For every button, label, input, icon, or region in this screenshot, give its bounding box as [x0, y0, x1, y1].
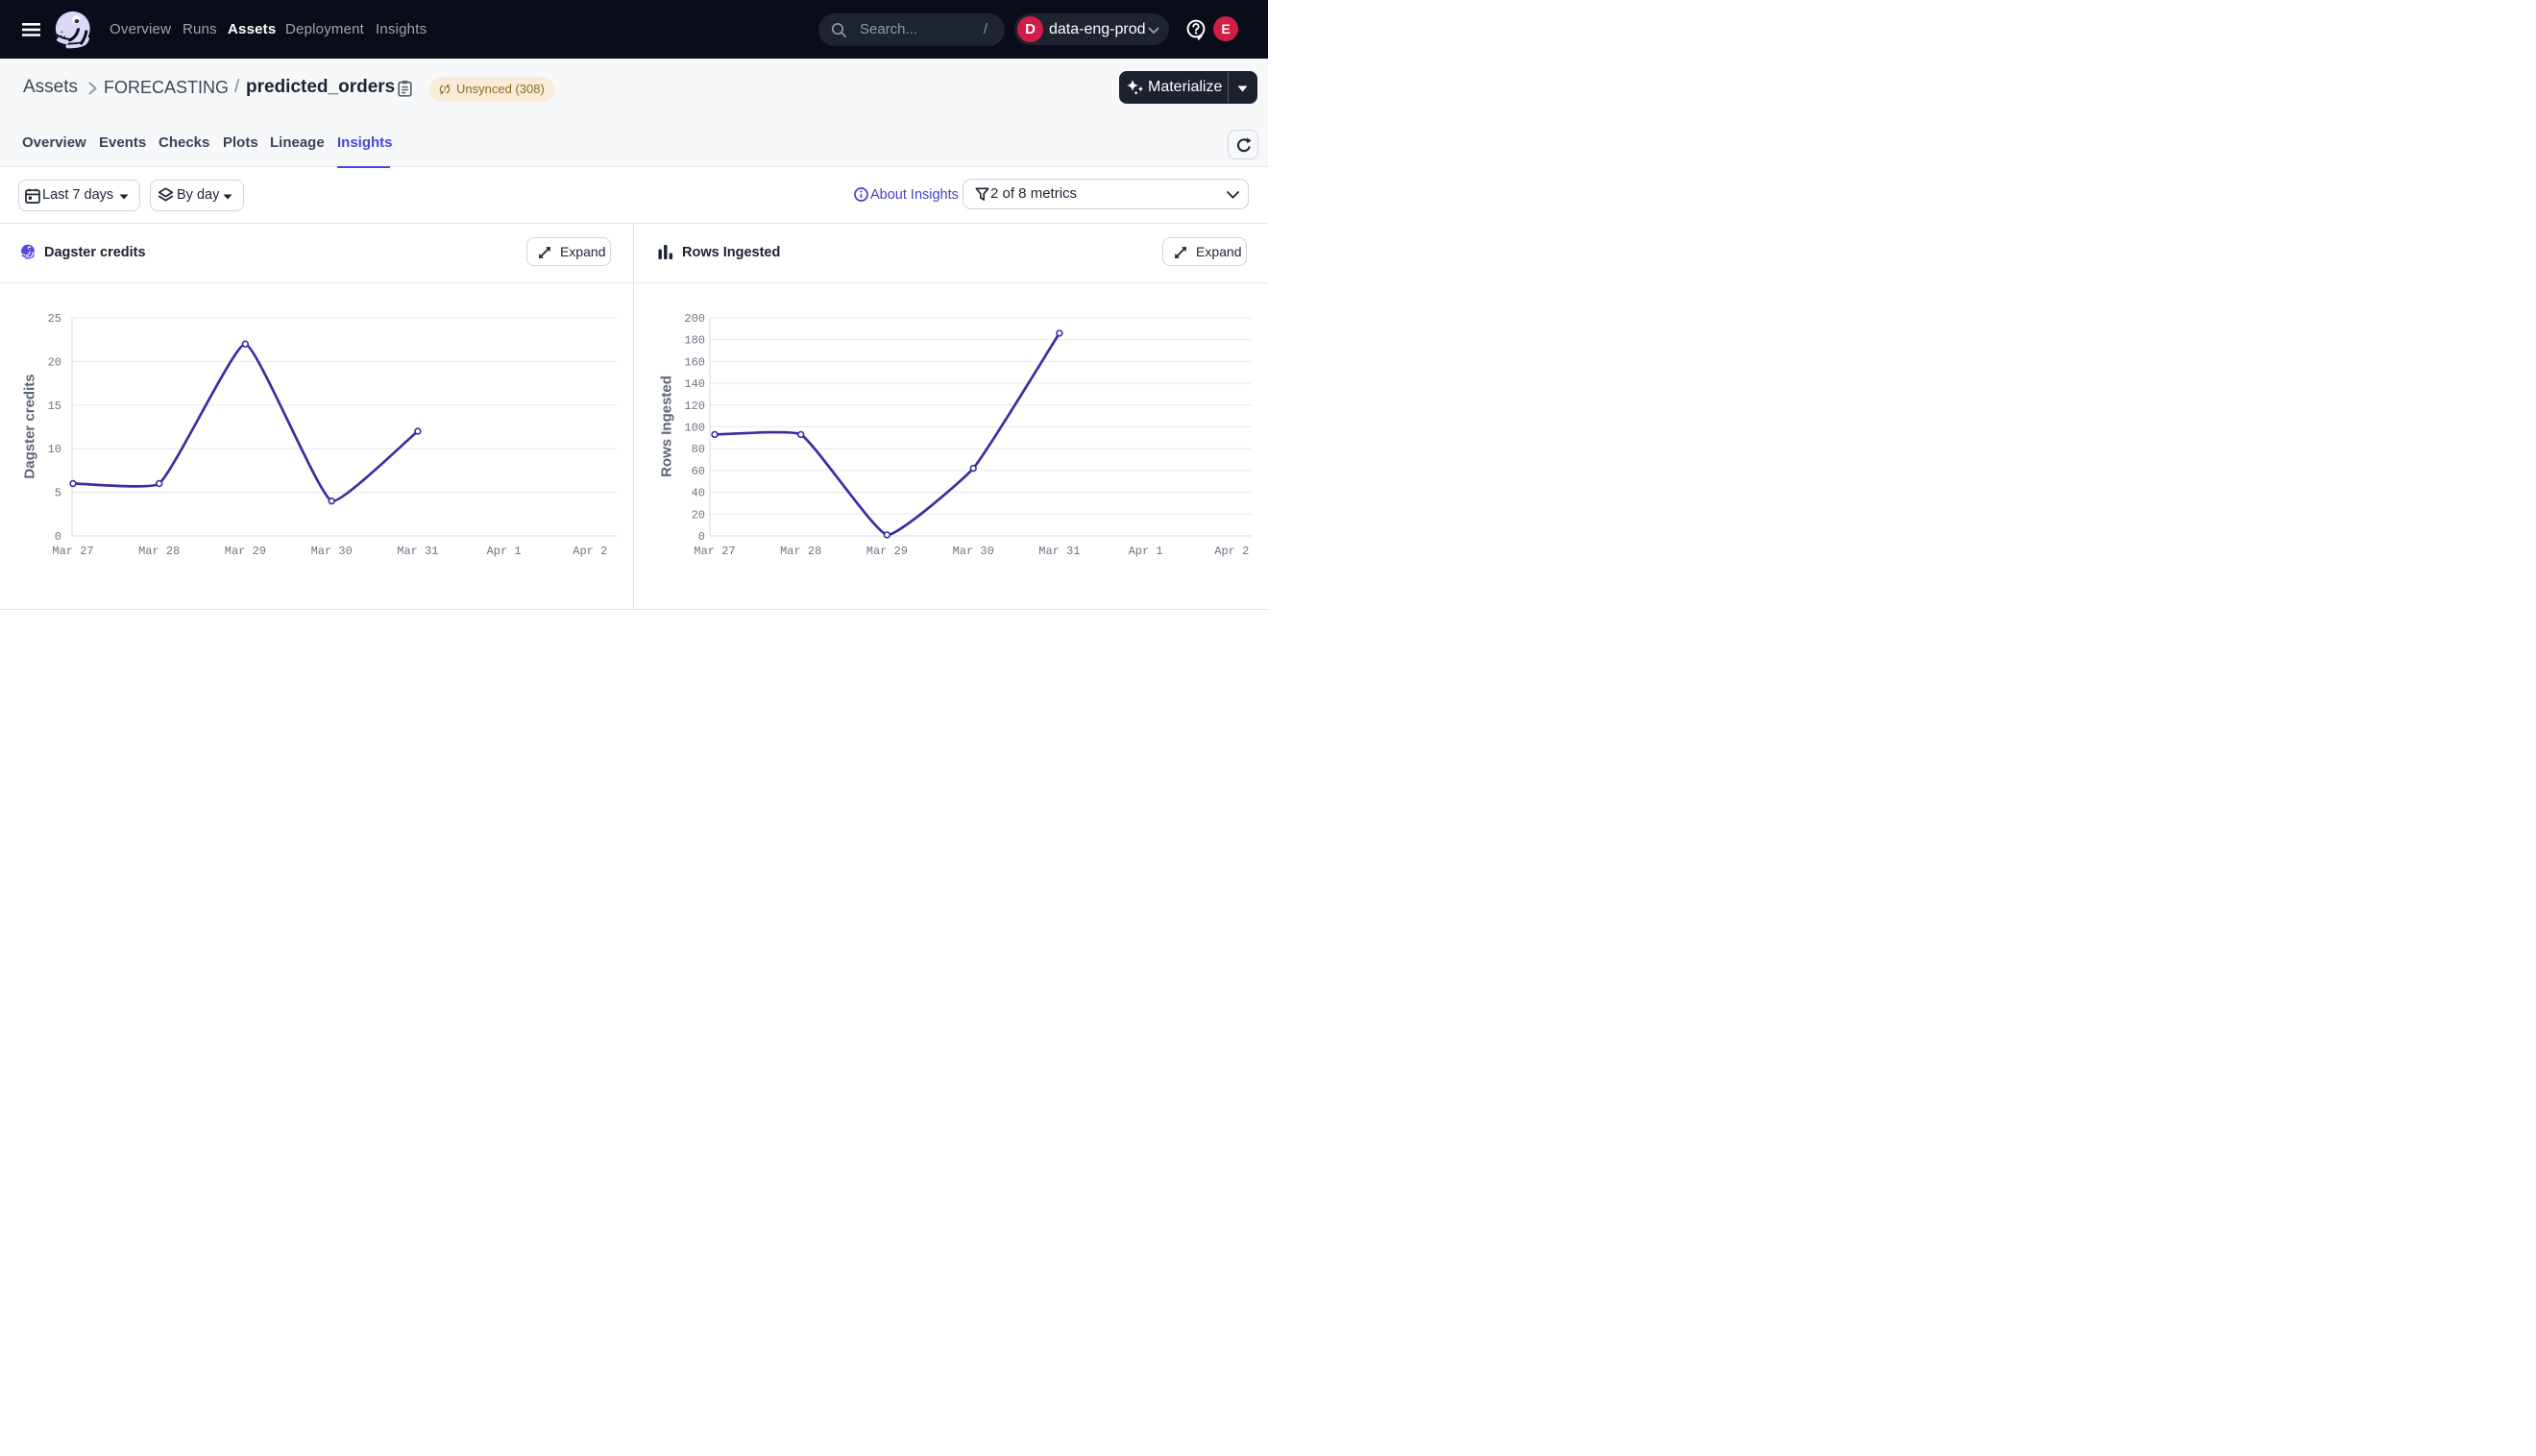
- svg-text:100: 100: [684, 422, 705, 435]
- svg-text:Mar 31: Mar 31: [1038, 545, 1080, 558]
- svg-text:10: 10: [48, 443, 61, 456]
- svg-text:15: 15: [48, 400, 61, 413]
- svg-text:25: 25: [48, 312, 61, 326]
- svg-text:Mar 30: Mar 30: [953, 545, 994, 558]
- svg-text:Apr 2: Apr 2: [1214, 545, 1249, 558]
- svg-text:Apr 1: Apr 1: [1129, 545, 1163, 558]
- svg-text:200: 200: [684, 312, 705, 326]
- svg-text:20: 20: [692, 508, 705, 522]
- svg-text:Mar 29: Mar 29: [866, 545, 908, 558]
- svg-text:40: 40: [692, 487, 705, 500]
- svg-text:Apr 1: Apr 1: [487, 545, 522, 558]
- svg-text:Mar 28: Mar 28: [780, 545, 821, 558]
- svg-text:Mar 29: Mar 29: [225, 545, 266, 558]
- svg-text:80: 80: [692, 443, 705, 456]
- svg-text:Dagster credits: Dagster credits: [22, 374, 38, 478]
- svg-text:Mar 27: Mar 27: [52, 545, 93, 558]
- svg-text:140: 140: [684, 377, 705, 391]
- svg-text:5: 5: [55, 487, 61, 500]
- svg-text:0: 0: [55, 530, 61, 544]
- svg-text:120: 120: [684, 400, 705, 413]
- svg-text:20: 20: [48, 355, 61, 369]
- svg-text:60: 60: [692, 465, 705, 478]
- svg-text:Mar 27: Mar 27: [694, 545, 735, 558]
- svg-text:Rows Ingested: Rows Ingested: [659, 376, 675, 477]
- svg-text:Mar 28: Mar 28: [138, 545, 180, 558]
- svg-text:Apr 2: Apr 2: [573, 545, 607, 558]
- svg-text:Mar 31: Mar 31: [397, 545, 438, 558]
- svg-text:0: 0: [698, 530, 705, 544]
- svg-text:180: 180: [684, 334, 705, 348]
- svg-text:Mar 30: Mar 30: [311, 545, 353, 558]
- svg-text:160: 160: [684, 355, 705, 369]
